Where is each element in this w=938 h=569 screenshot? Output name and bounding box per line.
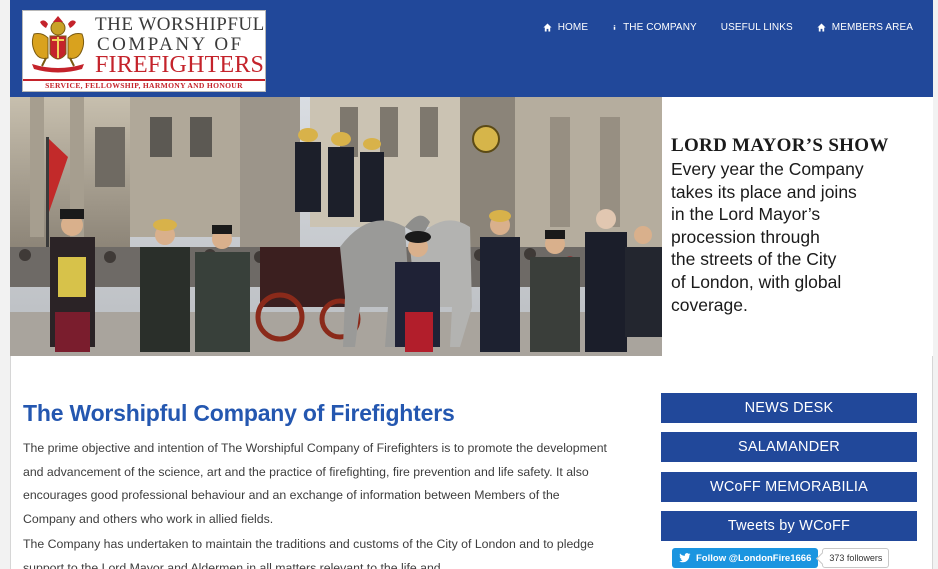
followers-count: 373 followers — [822, 548, 890, 568]
site-header: THE WORSHIPFUL COMPANY OF FIREFIGHTERS S… — [10, 0, 933, 97]
hero-caption-panel: LORD MAYOR’S SHOW Every year the Company… — [662, 97, 933, 356]
nav-label-the-company: THE COMPANY — [623, 22, 697, 33]
hero-title: LORD MAYOR’S SHOW — [671, 135, 889, 156]
home-icon — [817, 23, 826, 32]
nav-item-useful-links[interactable]: USEFUL LINKS — [721, 22, 793, 33]
twitter-follow-widget: Follow @LondonFire1666 373 followers — [672, 548, 890, 568]
coat-of-arms-icon — [31, 16, 85, 73]
page-title: The Worshipful Company of Firefighters — [23, 400, 455, 426]
site-logo[interactable]: THE WORSHIPFUL COMPANY OF FIREFIGHTERS S… — [22, 10, 266, 92]
nav-item-members-area[interactable]: MEMBERS AREA — [817, 22, 913, 33]
logo-line-3: FIREFIGHTERS — [95, 52, 265, 78]
logo-line-1: THE WORSHIPFUL — [95, 14, 265, 35]
twitter-follow-button[interactable]: Follow @LondonFire1666 — [672, 548, 819, 568]
nav-item-the-company[interactable]: THE COMPANY — [612, 22, 697, 33]
main-nav: HOME THE COMPANY USEFUL LINKS MEMBERS AR… — [543, 22, 913, 33]
nav-item-home[interactable]: HOME — [543, 22, 588, 33]
intro-paragraph: The prime objective and intention of The… — [23, 441, 607, 526]
memorabilia-button[interactable]: WCoFF MEMORABILIA — [661, 472, 917, 502]
home-icon — [543, 23, 552, 32]
procession-illustration — [10, 97, 662, 356]
salamander-button[interactable]: SALAMANDER — [661, 432, 917, 462]
nav-label-members-area: MEMBERS AREA — [831, 22, 913, 33]
nav-label-useful-links: USEFUL LINKS — [720, 22, 793, 33]
info-icon — [613, 25, 616, 30]
follow-label: Follow @LondonFire1666 — [696, 552, 812, 564]
nav-label-home: HOME — [557, 22, 589, 33]
news-desk-button[interactable]: NEWS DESK — [661, 393, 917, 423]
hero-text: Every year the Company takes its place a… — [671, 159, 864, 315]
twitter-bird-icon — [679, 553, 691, 563]
hero-photo-lord-mayors-show — [10, 97, 662, 356]
tweets-header[interactable]: Tweets by WCoFF — [661, 511, 917, 541]
traditions-paragraph: The Company has undertaken to maintain t… — [23, 537, 594, 569]
logo-motto: SERVICE, FELLOWSHIP, HARMONY AND HONOUR — [23, 79, 265, 91]
